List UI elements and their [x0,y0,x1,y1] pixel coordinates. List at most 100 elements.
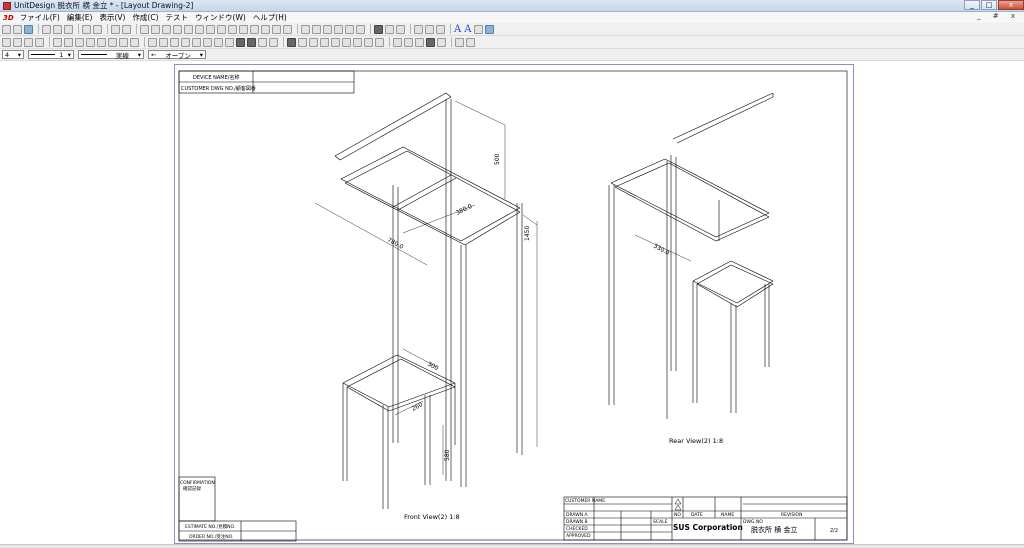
tolerance-icon[interactable] [364,37,373,47]
level-icon[interactable] [353,37,362,47]
table-icon[interactable] [396,24,405,34]
redo-icon[interactable] [93,24,102,34]
cut-icon[interactable] [42,24,51,34]
zoom-icon[interactable] [425,24,434,34]
text-style-icon[interactable]: A [464,24,471,35]
link-chain-icon[interactable] [393,37,402,47]
align-icon[interactable] [75,37,84,47]
new-file-icon[interactable] [2,24,11,34]
link-icon[interactable] [312,24,321,34]
zoom-fit-icon[interactable] [414,24,423,34]
mdi-window-controls[interactable]: _ # x [977,12,1020,20]
paint-icon[interactable] [437,37,446,47]
menu-create[interactable]: 作成(C) [132,12,158,23]
height-icon[interactable] [342,37,351,47]
pencil-icon[interactable] [320,37,329,47]
balloon-icon[interactable] [181,37,190,47]
extrude-icon[interactable] [217,24,226,34]
ruler-icon[interactable] [415,37,424,47]
chamfer-icon[interactable] [261,24,270,34]
layer-select[interactable]: 4 ▾ [2,50,24,59]
insert-icon[interactable] [298,37,307,47]
view-back-icon[interactable] [13,37,22,47]
surface-icon[interactable] [214,37,223,47]
group-icon[interactable] [301,24,310,34]
explode-icon[interactable] [130,37,139,47]
flag-icon[interactable] [269,37,278,47]
minimize-button[interactable]: _ [964,0,980,10]
print-icon[interactable] [111,24,120,34]
revision-marks [674,498,682,511]
text-tool-icon[interactable]: A [454,24,461,35]
stack-icon[interactable] [203,37,212,47]
menu-test[interactable]: テスト [166,12,189,23]
fill-icon[interactable] [236,37,245,47]
line-tool-icon[interactable] [474,24,484,34]
layout-view-icon[interactable] [374,24,383,34]
filter-tool-icon[interactable] [148,37,157,47]
rotate-icon[interactable] [436,24,445,34]
dim-front-top: 500 [494,153,501,165]
layer-icon[interactable] [455,37,464,47]
view-left-icon[interactable] [24,37,33,47]
line-type-select[interactable]: 実線 ▾ [78,50,144,60]
leader-icon[interactable] [170,37,179,47]
box-icon[interactable] [140,24,149,34]
loft-icon[interactable] [239,24,248,34]
roughness-icon[interactable] [375,37,384,47]
menu-view[interactable]: 表示(V) [99,12,125,23]
move-icon[interactable] [53,37,62,47]
pen-icon[interactable] [404,37,413,47]
close-button[interactable]: x [998,0,1024,10]
maximize-button[interactable]: □ [981,0,997,10]
hatch-icon[interactable] [247,37,256,47]
hole-icon[interactable] [323,24,332,34]
up-arrow-icon[interactable] [192,37,201,47]
revolve-icon[interactable] [228,24,237,34]
filter-icon[interactable] [345,24,354,34]
symbol-icon[interactable] [225,37,234,47]
fillet-icon[interactable] [250,24,259,34]
dimension-icon[interactable] [159,37,168,47]
weld-icon[interactable] [309,37,318,47]
pin-icon[interactable] [356,24,365,34]
brush-icon[interactable] [331,37,340,47]
section-icon[interactable] [119,37,128,47]
line-weight-select[interactable]: 1 ▾ [28,50,74,59]
save-icon[interactable] [24,24,33,34]
snap-icon[interactable] [97,37,106,47]
paste-icon[interactable] [64,24,73,34]
measure-icon[interactable] [108,37,117,47]
properties-icon[interactable] [466,37,475,47]
drawing-sheet[interactable]: DEVICE NAME/名称 CUSTOMER DWG NO./顧客図番 500… [174,64,854,544]
grid-icon[interactable] [86,37,95,47]
note-icon[interactable] [258,37,267,47]
drawing-view-icon[interactable] [385,24,394,34]
menu-edit[interactable]: 編集(E) [67,12,93,23]
erase-icon[interactable] [426,37,435,47]
pipe-icon[interactable] [206,24,215,34]
menu-window[interactable]: ウィンドウ(W) [195,12,246,23]
help-icon[interactable] [122,24,131,34]
open-file-icon[interactable] [13,24,22,34]
cone-icon[interactable] [162,24,171,34]
sphere-icon[interactable] [173,24,182,34]
cut-icon[interactable] [334,24,343,34]
drawing-canvas: DEVICE NAME/名称 CUSTOMER DWG NO./顧客図番 500… [178,70,848,542]
drawn-b-label: DRAWN B [566,519,588,525]
undo-icon[interactable] [82,24,91,34]
shell-icon[interactable] [272,24,281,34]
select-arrow-icon[interactable] [485,24,495,34]
rotate-part-icon[interactable] [64,37,73,47]
mirror-icon[interactable] [283,24,292,34]
cylinder-icon[interactable] [151,24,160,34]
wedge-icon[interactable] [195,24,204,34]
copy-icon[interactable] [53,24,62,34]
torus-icon[interactable] [184,24,193,34]
menu-file[interactable]: ファイル(F) [20,12,60,23]
view-right-icon[interactable] [35,37,44,47]
menu-help[interactable]: ヘルプ(H) [253,12,287,23]
fill-select[interactable]: ← オープン ▾ [148,50,206,60]
view-front-icon[interactable] [2,37,11,47]
block-icon[interactable] [287,37,296,47]
